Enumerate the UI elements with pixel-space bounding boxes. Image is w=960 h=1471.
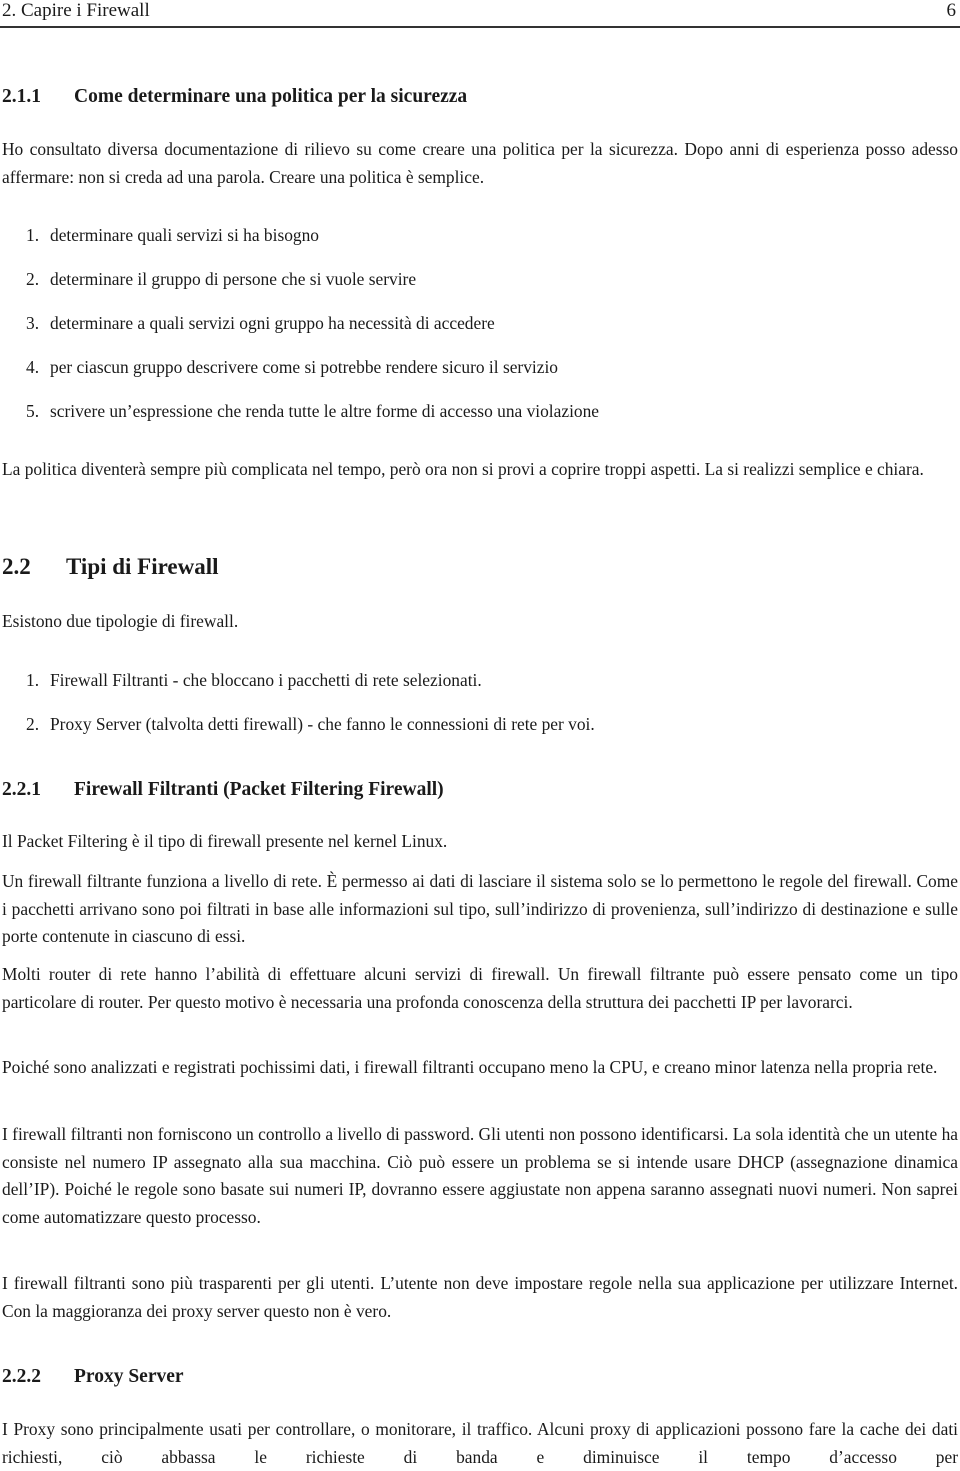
list-item: 4. per ciascun gruppo descrivere come si … [26,357,558,377]
list-item: 3. determinare a quali servizi ogni grupp… [26,313,495,333]
section-heading-2-2: 2.2 Tipi di Firewall [2,554,219,580]
paragraph: Un firewall filtrante funziona a livello… [2,871,958,946]
paragraph-intro: Ho consultato diversa documentazione di … [2,139,958,187]
subsection-number: 2.2.1 [2,779,41,800]
paragraph: Molti router di rete hanno l’abilità di … [2,964,958,1012]
subsection-heading-2-1-1: 2.1.1 Come determinare una politica per l… [2,86,467,108]
list-item: 2. determinare il gruppo di persone che s… [26,269,417,289]
subsection-title: Come determinare una politica per la sic… [74,86,468,107]
list-item: 1. determinare quali servizi si ha bisogn… [26,225,319,245]
section-title: Tipi di Firewall [66,554,219,579]
paragraph: Poiché sono analizzati e registrati poch… [2,1057,938,1077]
page-number: 6 [946,0,957,21]
paragraph: Il Packet Filtering è il tipo di firewal… [2,831,448,851]
list-item: 1. Firewall Filtranti - che bloccano i pa… [26,670,482,690]
subsection-title: Firewall Filtranti (Packet Filtering Fir… [74,779,444,800]
paragraph: Esistono due tipologie di firewall. [2,611,239,631]
subsection-number: 2.1.1 [2,86,41,107]
paragraph: I Proxy sono principalmente usati per co… [2,1419,958,1467]
subsection-title: Proxy Server [74,1366,184,1387]
paragraph: I firewall filtranti sono più trasparent… [2,1273,958,1321]
subsection-heading-2-2-1: 2.2.1 Firewall Filtranti (Packet Filterin… [2,779,444,801]
section-number: 2.2 [2,554,31,579]
list-item: 5. scrivere un’espressione che renda tutt… [26,401,600,421]
paragraph-outro: La politica diventerà sempre più complic… [2,459,924,479]
subsection-heading-2-2-2: 2.2.2 Proxy Server [2,1366,184,1388]
running-title: 2. Capire i Firewall [2,0,150,21]
paragraph: I firewall filtranti non forniscono un c… [2,1124,958,1227]
subsection-number: 2.2.2 [2,1366,41,1387]
list-item: 2. Proxy Server (talvolta detti firewall)… [26,714,595,734]
